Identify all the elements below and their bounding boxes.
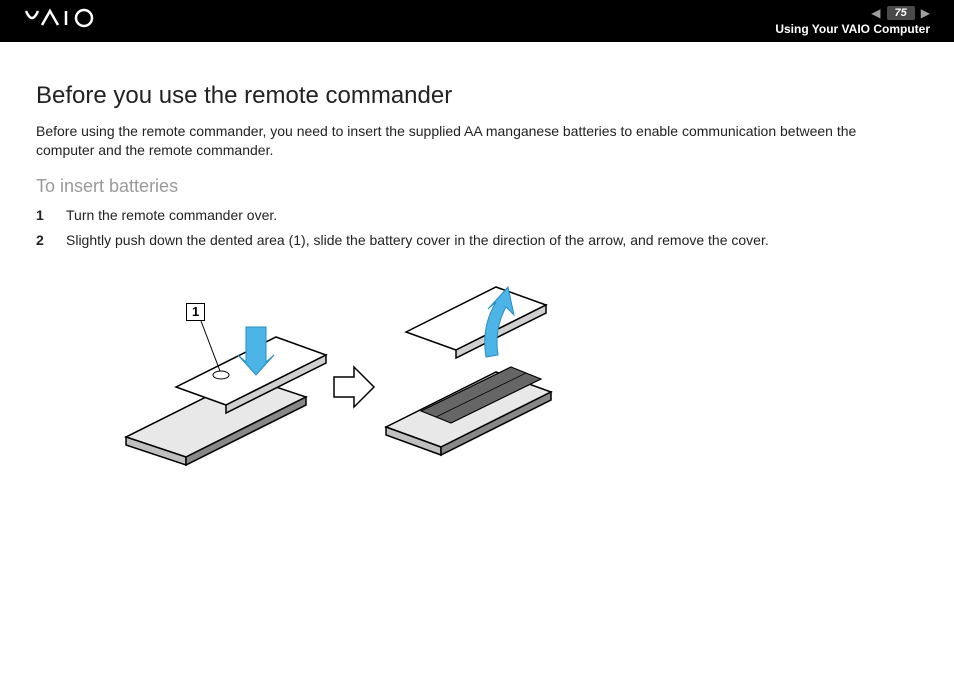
step-text: Slightly push down the dented area (1), … [66,230,769,251]
page-content: Before you use the remote commander Befo… [0,42,954,512]
page-header: ◀ 75 ▶ Using Your VAIO Computer [0,0,954,42]
step-number: 1 [36,205,48,226]
page-navigation: ◀ 75 ▶ [871,6,930,20]
section-title: Using Your VAIO Computer [775,22,930,36]
remote-left-group [126,337,326,465]
battery-cover-illustration: 1 [116,267,918,472]
callout-label-1: 1 [186,303,205,321]
prev-page-arrow-icon[interactable]: ◀ [871,6,880,20]
vaio-logo-svg [24,7,114,29]
header-right: ◀ 75 ▶ Using Your VAIO Computer [775,6,930,36]
step-item: 1 Turn the remote commander over. [36,205,918,226]
illustration-svg [116,267,556,467]
page-heading: Before you use the remote commander [36,82,918,110]
step-list: 1 Turn the remote commander over. 2 Slig… [36,205,918,251]
remote-right-group [386,287,551,455]
step-text: Turn the remote commander over. [66,205,277,226]
next-page-arrow-icon[interactable]: ▶ [921,6,930,20]
intro-paragraph: Before using the remote commander, you n… [36,122,918,160]
vaio-logo [24,7,114,35]
page-number: 75 [887,6,915,20]
subheading: To insert batteries [36,176,918,197]
transition-arrow-icon [334,367,374,407]
step-number: 2 [36,230,48,251]
step-item: 2 Slightly push down the dented area (1)… [36,230,918,251]
